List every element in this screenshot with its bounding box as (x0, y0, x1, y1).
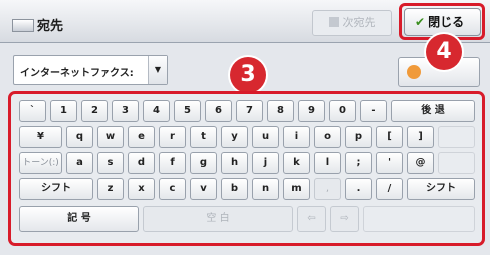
key-i[interactable]: i (283, 126, 310, 148)
key-blank (363, 206, 475, 232)
key-apostrophe[interactable]: ' (376, 152, 403, 174)
add-destination-icon (328, 17, 339, 27)
key-5[interactable]: 5 (174, 100, 201, 122)
key-z[interactable]: z (97, 178, 124, 200)
key-k[interactable]: k (283, 152, 310, 174)
keyboard-icon (12, 19, 34, 32)
key-f[interactable]: f (159, 152, 186, 174)
key-backtick[interactable]: ` (19, 100, 46, 122)
key-blank (438, 126, 475, 148)
address-book-icon (407, 65, 421, 79)
space-key[interactable]: 空 白 (143, 206, 293, 232)
key-2[interactable]: 2 (81, 100, 108, 122)
key-w[interactable]: w (97, 126, 124, 148)
fax-destination-screen: 宛先 次宛先 ✔ 閉じる インターネットファクス: ▼ 3 4 ` 1 2 3 4… (0, 0, 490, 255)
key-at[interactable]: @ (407, 152, 434, 174)
key-a[interactable]: a (66, 152, 93, 174)
key-g[interactable]: g (190, 152, 217, 174)
next-destination-label: 次宛先 (342, 16, 376, 29)
key-3[interactable]: 3 (112, 100, 139, 122)
shift-right-key[interactable]: シフト (407, 178, 475, 200)
key-6[interactable]: 6 (205, 100, 232, 122)
page-title: 宛先 (37, 19, 64, 34)
key-1[interactable]: 1 (50, 100, 77, 122)
key-h[interactable]: h (221, 152, 248, 174)
fax-type-value: インターネットファクス: (20, 68, 134, 79)
key-yen[interactable]: ¥ (19, 126, 62, 148)
key-q[interactable]: q (66, 126, 93, 148)
fax-type-select[interactable]: インターネットファクス: ▼ (13, 55, 168, 85)
key-period[interactable]: . (345, 178, 372, 200)
key-blank (438, 152, 475, 174)
key-o[interactable]: o (314, 126, 341, 148)
shift-left-key[interactable]: シフト (19, 178, 93, 200)
key-x[interactable]: x (128, 178, 155, 200)
software-keyboard: ` 1 2 3 4 5 6 7 8 9 0 - 後 退 ¥ q w e r t … (8, 91, 485, 246)
key-comma[interactable]: , (314, 178, 341, 200)
step-3-badge: 3 (230, 57, 266, 93)
key-y[interactable]: y (221, 126, 248, 148)
next-destination-button[interactable]: 次宛先 (312, 10, 392, 36)
key-7[interactable]: 7 (236, 100, 263, 122)
key-slash[interactable]: / (376, 178, 403, 200)
key-8[interactable]: 8 (267, 100, 294, 122)
key-l[interactable]: l (314, 152, 341, 174)
chevron-down-icon: ▼ (148, 56, 167, 84)
key-4[interactable]: 4 (143, 100, 170, 122)
symbols-key[interactable]: 記 号 (19, 206, 139, 232)
cursor-left-icon[interactable]: ⇦ (297, 206, 326, 232)
key-b[interactable]: b (221, 178, 248, 200)
key-d[interactable]: d (128, 152, 155, 174)
key-n[interactable]: n (252, 178, 279, 200)
backspace-key[interactable]: 後 退 (391, 100, 475, 122)
key-m[interactable]: m (283, 178, 310, 200)
key-right-bracket[interactable]: ] (407, 126, 434, 148)
key-9[interactable]: 9 (298, 100, 325, 122)
key-t[interactable]: t (190, 126, 217, 148)
step-4-badge: 4 (426, 34, 462, 70)
key-e[interactable]: e (128, 126, 155, 148)
cursor-right-icon[interactable]: ⇨ (330, 206, 359, 232)
key-s[interactable]: s (97, 152, 124, 174)
key-r[interactable]: r (159, 126, 186, 148)
key-j[interactable]: j (252, 152, 279, 174)
key-v[interactable]: v (190, 178, 217, 200)
tone-key[interactable]: トーン(:) (19, 152, 62, 174)
key-semicolon[interactable]: ; (345, 152, 372, 174)
key-u[interactable]: u (252, 126, 279, 148)
key-minus[interactable]: - (360, 100, 387, 122)
key-left-bracket[interactable]: [ (376, 126, 403, 148)
key-c[interactable]: c (159, 178, 186, 200)
key-0[interactable]: 0 (329, 100, 356, 122)
key-p[interactable]: p (345, 126, 372, 148)
